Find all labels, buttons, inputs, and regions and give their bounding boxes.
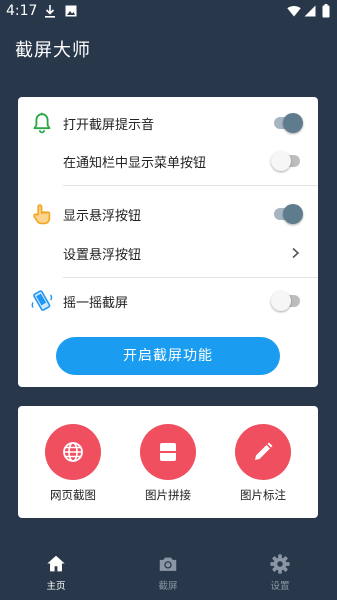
nav-settings[interactable]: 设置: [240, 545, 320, 600]
shake-phone-icon: [31, 290, 53, 311]
screenshot-sound-toggle[interactable]: [271, 113, 303, 133]
battery-icon: [322, 4, 330, 18]
nav-home[interactable]: 主页: [16, 545, 96, 600]
settings-card: 打开截屏提示音 在通知栏中显示菜单按钮 显示悬浮按钮 设置悬浮按钮 摇一摇截屏 …: [18, 97, 318, 387]
row-label: 在通知栏中显示菜单按钮: [63, 156, 207, 171]
camera-icon: [159, 557, 177, 571]
chevron-right-icon: [292, 247, 300, 259]
shake-screenshot-toggle[interactable]: [271, 291, 303, 311]
gear-icon: [270, 554, 290, 574]
cellular-icon: [304, 5, 316, 17]
row-label: 设置悬浮按钮: [63, 248, 142, 263]
status-time: 4:17: [6, 3, 38, 19]
stitch-icon: [160, 443, 176, 461]
web-screenshot-tool[interactable]: 网页截图: [33, 424, 113, 504]
home-icon: [47, 555, 65, 572]
row-label: 显示悬浮按钮: [63, 209, 142, 224]
web-screenshot-button[interactable]: [45, 424, 101, 480]
tool-label: 图片拼接: [145, 488, 191, 502]
hand-pointer-icon: [33, 204, 51, 225]
floating-button-toggle[interactable]: [271, 204, 303, 224]
bottom-nav: 主页 截屏 设置: [0, 545, 337, 600]
tool-label: 网页截图: [50, 488, 96, 502]
image-stitch-button[interactable]: [140, 424, 196, 480]
start-screenshot-button[interactable]: 开启截屏功能: [56, 337, 280, 375]
app-title: 截屏大师: [15, 40, 91, 61]
row-shake-screenshot[interactable]: 摇一摇截屏: [18, 283, 318, 319]
tools-card: 网页截图 图片拼接 图片标注: [18, 406, 318, 518]
nav-label: 截屏: [158, 581, 178, 592]
tool-label: 图片标注: [240, 488, 286, 502]
divider: [63, 185, 318, 186]
row-screenshot-sound[interactable]: 打开截屏提示音: [18, 105, 318, 141]
row-floating-button-settings[interactable]: 设置悬浮按钮: [18, 235, 318, 271]
image-annotate-button[interactable]: [235, 424, 291, 480]
row-notification-menu[interactable]: 在通知栏中显示菜单按钮: [18, 143, 318, 179]
nav-label: 设置: [270, 581, 290, 592]
wifi-icon: [287, 5, 301, 17]
nav-screenshot[interactable]: 截屏: [128, 545, 208, 600]
image-stitch-tool[interactable]: 图片拼接: [128, 424, 208, 504]
bell-icon: [33, 112, 51, 134]
divider: [63, 277, 318, 278]
notification-menu-toggle[interactable]: [271, 151, 303, 171]
pencil-icon: [255, 442, 273, 460]
image-annotate-tool[interactable]: 图片标注: [223, 424, 303, 504]
download-icon: [45, 5, 55, 18]
row-label: 摇一摇截屏: [63, 296, 129, 311]
nav-label: 主页: [46, 581, 66, 592]
status-bar: 4:17: [0, 0, 337, 24]
photo-icon: [65, 5, 77, 17]
row-label: 打开截屏提示音: [63, 118, 155, 133]
row-show-floating-button[interactable]: 显示悬浮按钮: [18, 196, 318, 232]
globe-icon: [63, 442, 83, 462]
